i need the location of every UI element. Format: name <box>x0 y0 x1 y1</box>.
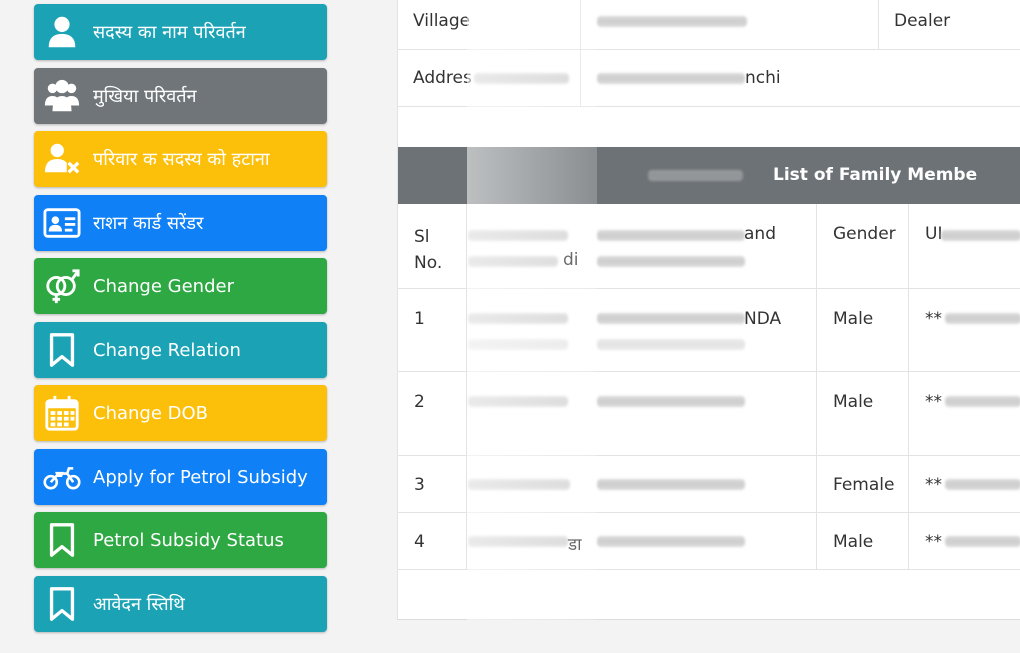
sidebar-item-member-name-change[interactable]: सदस्य का नाम परिवर्तन <box>34 4 327 60</box>
table-row: 1 NDA Male ** <box>398 289 1020 372</box>
sidebar-item-label: सदस्य का नाम परिवर्तन <box>93 22 246 43</box>
sidebar-item-label: Change Gender <box>93 275 234 297</box>
sidebar-item-change-gender[interactable]: Change Gender <box>34 258 327 314</box>
dealer-label: Dealer <box>894 11 951 31</box>
address-value: nchi <box>597 50 781 106</box>
column-divider <box>908 204 909 570</box>
village-row: Village Dealer <box>398 0 1020 50</box>
id-card-icon <box>41 202 83 244</box>
column-divider <box>816 204 817 570</box>
address-label: Addres <box>413 50 569 106</box>
sidebar-item-label: Change DOB <box>93 402 209 424</box>
col-gender: Gender <box>833 224 896 244</box>
user-remove-icon <box>41 138 83 180</box>
table-row: 3 Female ** <box>398 456 1020 513</box>
sidebar-item-label: परिवार क सदस्य को हटाना <box>93 149 270 170</box>
sidebar-item-label: Petrol Subsidy Status <box>93 529 284 551</box>
col-name-blurred: di <box>466 204 596 288</box>
sidebar-item-remove-member[interactable]: परिवार क सदस्य को हटाना <box>34 131 327 187</box>
sidebar-item-ration-card-surrender[interactable]: राशन कार्ड सरेंडर <box>34 195 327 251</box>
bookmark-icon <box>41 583 83 625</box>
users-group-icon <box>41 75 83 117</box>
family-details-panel: Village Dealer Addres nchi List of Famil… <box>397 0 1020 620</box>
user-icon <box>41 11 83 53</box>
table-header-row: Sl No. di and Gender UI <box>398 204 1020 289</box>
column-divider <box>466 204 467 570</box>
family-members-title: List of Family Membe <box>773 165 978 185</box>
col-uid: UI <box>909 204 1020 288</box>
bookmark-icon <box>41 519 83 561</box>
village-label: Village <box>413 11 471 31</box>
table-row: 4 डा Male ** <box>398 513 1020 570</box>
family-members-header: List of Family Membe <box>398 147 1020 204</box>
sidebar-item-label: मुखिया परिवर्तन <box>93 86 197 107</box>
col-name: and <box>596 204 816 288</box>
sidebar-item-head-change[interactable]: मुखिया परिवर्तन <box>34 68 327 124</box>
table-row: 2 Male ** <box>398 372 1020 456</box>
sidebar-item-application-status[interactable]: आवेदन स्तिथि <box>34 576 327 632</box>
sidebar-item-apply-petrol-subsidy[interactable]: Apply for Petrol Subsidy <box>34 449 327 505</box>
bookmark-icon <box>41 329 83 371</box>
sidebar-item-label: आवेदन स्तिथि <box>93 594 185 615</box>
motorcycle-icon <box>41 456 83 498</box>
village-value <box>597 0 747 42</box>
sidebar-item-change-relation[interactable]: Change Relation <box>34 322 327 378</box>
sidebar-item-petrol-subsidy-status[interactable]: Petrol Subsidy Status <box>34 512 327 568</box>
sidebar-item-change-dob[interactable]: Change DOB <box>34 385 327 441</box>
sidebar-item-label: Apply for Petrol Subsidy <box>93 466 308 488</box>
sidebar-item-label: राशन कार्ड सरेंडर <box>93 213 204 234</box>
sidebar-item-label: Change Relation <box>93 339 241 361</box>
col-sl: Sl No. <box>414 227 443 273</box>
gender-icon <box>41 265 83 307</box>
calendar-icon <box>41 392 83 434</box>
address-row: Addres nchi <box>398 50 1020 107</box>
